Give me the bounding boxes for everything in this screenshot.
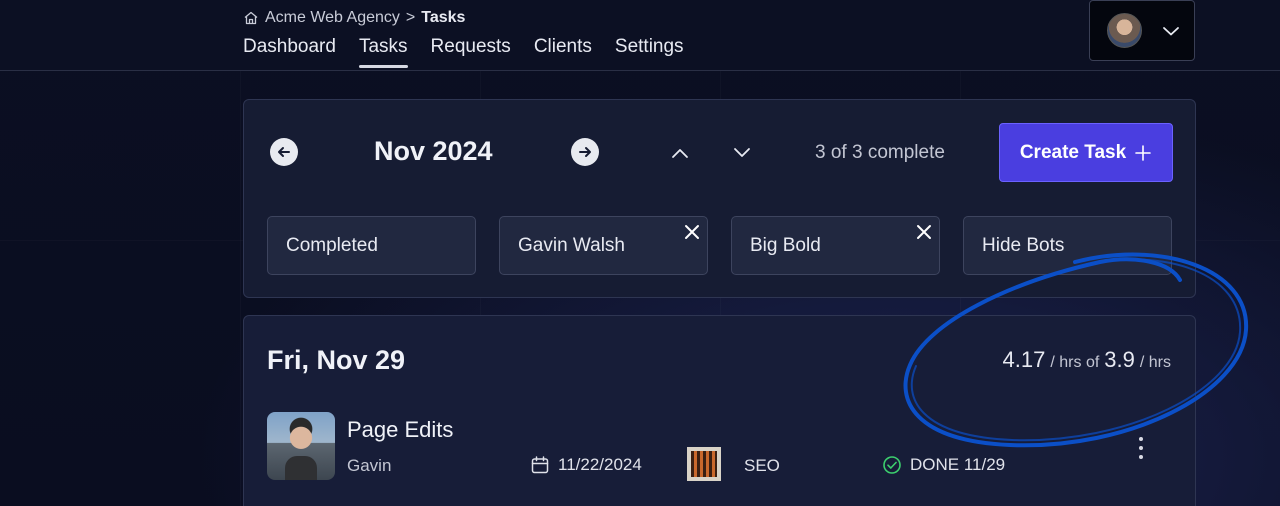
- task-type: SEO: [744, 456, 780, 475]
- arrow-right-icon: [579, 147, 591, 157]
- task-due-date: 11/22/2024: [530, 455, 642, 475]
- kebab-dot: [1139, 455, 1143, 459]
- hours-logged: 4.17: [1002, 347, 1046, 372]
- day-card: Fri, Nov 29 4.17 / hrs of 3.9 / hrs Page…: [243, 315, 1196, 506]
- filter-client[interactable]: Big Bold: [731, 216, 940, 275]
- hours-unit: / hrs of: [1050, 354, 1100, 371]
- tab-tasks[interactable]: Tasks: [358, 36, 408, 68]
- filter-label: Completed: [286, 234, 378, 256]
- filter-assignee[interactable]: Gavin Walsh: [499, 216, 708, 275]
- home-icon[interactable]: [243, 10, 259, 26]
- filter-bots[interactable]: Hide Bots: [963, 216, 1172, 275]
- breadcrumb-current: Tasks: [421, 9, 466, 26]
- top-bar: Acme Web Agency > Tasks Dashboard Tasks …: [0, 0, 1280, 71]
- kebab-dot: [1139, 446, 1143, 450]
- task-title[interactable]: Page Edits: [347, 417, 453, 443]
- client-logo-mark: [691, 451, 717, 477]
- filter-label: Hide Bots: [982, 234, 1065, 256]
- current-month: Nov 2024: [374, 136, 493, 166]
- close-icon[interactable]: [683, 223, 701, 241]
- filter-status[interactable]: Completed: [267, 216, 476, 275]
- tab-dashboard[interactable]: Dashboard: [243, 36, 336, 68]
- main-nav: Dashboard Tasks Requests Clients Setting…: [243, 36, 684, 68]
- calendar-icon: [531, 456, 549, 474]
- avatar: [1107, 13, 1142, 48]
- filter-card: Nov 2024 3 of 3 complete Create Task Com…: [243, 99, 1196, 298]
- avatar-figure: [285, 456, 317, 480]
- chevron-down-icon: [734, 148, 750, 157]
- expand-all-button[interactable]: [731, 142, 753, 164]
- next-month-button[interactable]: [571, 138, 599, 166]
- task-due-date-value: 11/22/2024: [558, 455, 642, 474]
- user-menu-button[interactable]: [1089, 0, 1195, 61]
- filter-label: Big Bold: [750, 234, 821, 256]
- breadcrumb-org[interactable]: Acme Web Agency: [265, 9, 400, 27]
- filter-label: Gavin Walsh: [518, 234, 625, 256]
- arrow-left-icon: [278, 147, 290, 157]
- completion-status: 3 of 3 complete: [815, 142, 945, 163]
- create-task-button[interactable]: Create Task: [999, 123, 1173, 182]
- task-status-value: DONE 11/29: [910, 455, 1006, 474]
- hours-summary: 4.17 / hrs of 3.9 / hrs: [1003, 347, 1171, 373]
- breadcrumb: Acme Web Agency > Tasks: [243, 8, 465, 28]
- grid-line: [240, 0, 241, 506]
- collapse-all-button[interactable]: [669, 142, 691, 164]
- kebab-dot: [1139, 437, 1143, 441]
- plus-icon: [1135, 144, 1151, 161]
- day-title: Fri, Nov 29: [267, 345, 406, 375]
- prev-month-button[interactable]: [270, 138, 298, 166]
- check-circle-icon: [883, 456, 901, 474]
- task-assignee: Gavin: [347, 456, 392, 475]
- avatar: [267, 412, 335, 480]
- page: Acme Web Agency > Tasks Dashboard Tasks …: [0, 0, 1280, 506]
- tab-requests[interactable]: Requests: [431, 36, 511, 68]
- task-status: DONE 11/29: [882, 455, 1005, 475]
- chevron-down-icon: [1163, 26, 1179, 35]
- close-icon[interactable]: [915, 223, 933, 241]
- chevron-up-icon: [672, 149, 688, 158]
- more-options-icon[interactable]: [1136, 437, 1146, 459]
- client-logo: [687, 447, 721, 481]
- tab-clients[interactable]: Clients: [534, 36, 592, 68]
- create-task-label: Create Task: [1019, 141, 1127, 163]
- tab-settings[interactable]: Settings: [615, 36, 684, 68]
- hours-unit: / hrs: [1139, 354, 1171, 371]
- hours-estimated: 3.9: [1104, 347, 1135, 372]
- breadcrumb-separator: >: [405, 9, 416, 26]
